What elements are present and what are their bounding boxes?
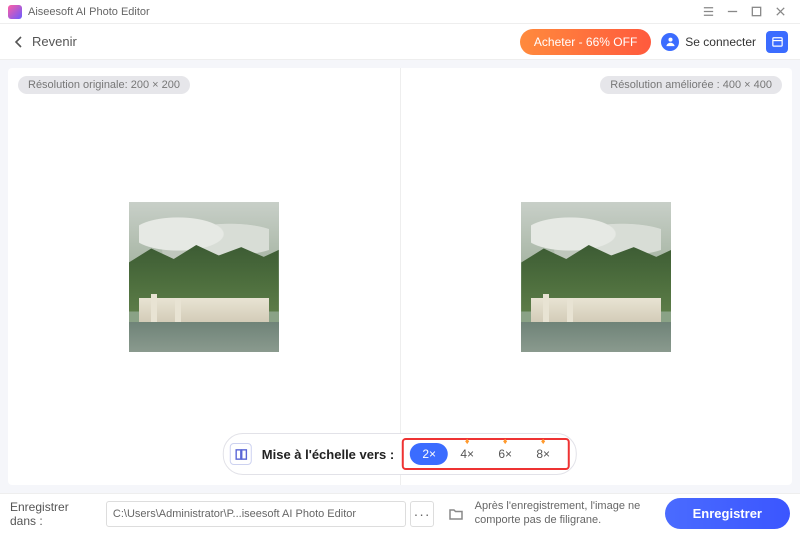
login-button[interactable]: Se connecter: [661, 33, 756, 51]
close-button[interactable]: [768, 3, 792, 21]
app-title: Aiseesoft AI Photo Editor: [28, 6, 150, 18]
minimize-button[interactable]: [720, 3, 744, 21]
back-button[interactable]: Revenir: [12, 34, 77, 49]
original-image: [129, 202, 279, 352]
enhanced-pane: [401, 68, 793, 485]
back-label: Revenir: [32, 34, 77, 49]
buy-button[interactable]: Acheter - 66% OFF: [520, 29, 651, 55]
scale-bar: Mise à l'échelle vers : 2× ♦4× ♦6× ♦8×: [223, 433, 577, 475]
premium-icon: ♦: [541, 436, 546, 446]
maximize-button[interactable]: [744, 3, 768, 21]
compare-toggle-icon[interactable]: [230, 443, 252, 465]
menu-button[interactable]: [696, 3, 720, 21]
save-in-label: Enregistrer dans :: [10, 500, 98, 528]
app-logo-icon: [8, 5, 22, 19]
login-label: Se connecter: [685, 35, 756, 49]
enhanced-resolution-badge: Résolution améliorée : 400 × 400: [600, 76, 782, 94]
watermark-note: Après l'enregistrement, l'image ne compo…: [475, 500, 665, 526]
browse-path-button[interactable]: ···: [410, 501, 434, 527]
user-icon: [661, 33, 679, 51]
scale-options: 2× ♦4× ♦6× ♦8×: [402, 438, 570, 470]
open-folder-icon[interactable]: [446, 503, 466, 525]
toolbar: Revenir Acheter - 66% OFF Se connecter: [0, 24, 800, 60]
scale-option-4x[interactable]: ♦4×: [448, 443, 486, 465]
original-pane: [8, 68, 401, 485]
titlebar: Aiseesoft AI Photo Editor: [0, 0, 800, 24]
buy-label: Acheter - 66% OFF: [534, 35, 637, 49]
premium-icon: ♦: [503, 436, 508, 446]
scale-option-6x[interactable]: ♦6×: [486, 443, 524, 465]
scale-option-2x[interactable]: 2×: [410, 443, 448, 465]
original-resolution-badge: Résolution originale: 200 × 200: [18, 76, 190, 94]
workspace: Résolution originale: 200 × 200 Résoluti…: [8, 68, 792, 485]
scale-option-8x[interactable]: ♦8×: [524, 443, 562, 465]
enhanced-image: [521, 202, 671, 352]
scale-label: Mise à l'échelle vers :: [262, 447, 394, 462]
schedule-button[interactable]: [766, 31, 788, 53]
premium-icon: ♦: [465, 436, 470, 446]
save-path-field[interactable]: C:\Users\Administrator\P...iseesoft AI P…: [106, 501, 406, 527]
footer: Enregistrer dans : C:\Users\Administrato…: [0, 493, 800, 533]
chevron-left-icon: [12, 35, 26, 49]
save-button[interactable]: Enregistrer: [665, 498, 790, 529]
